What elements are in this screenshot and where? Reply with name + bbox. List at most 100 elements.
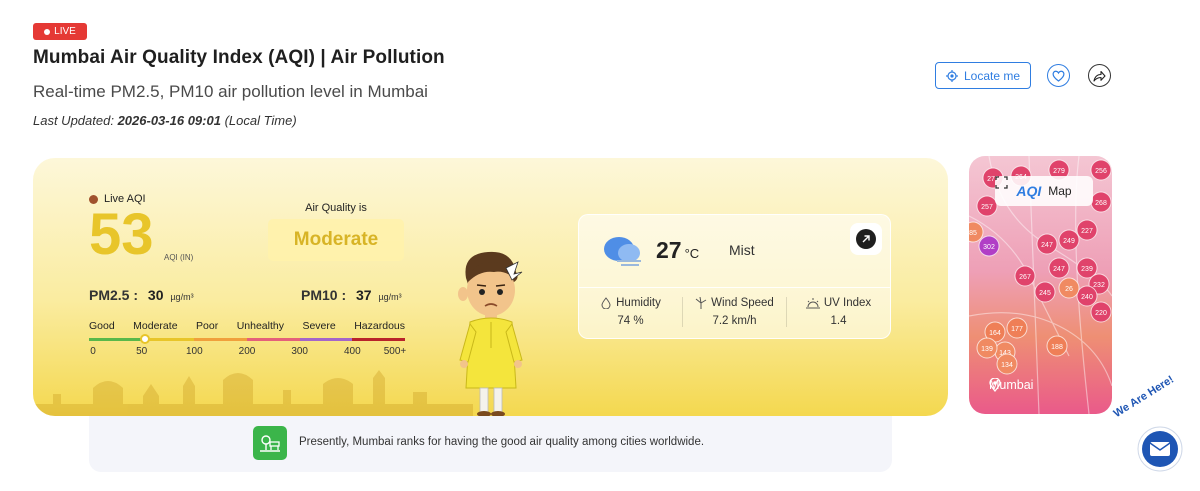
map-marker-label: 268 bbox=[1095, 200, 1107, 207]
aqi-map-card[interactable]: 2702642792562572682273022472498524726723… bbox=[969, 156, 1112, 414]
scale-tick-label: 400 bbox=[343, 346, 361, 357]
page-title: Mumbai Air Quality Index (AQI) | Air Pol… bbox=[33, 47, 445, 68]
map-marker-label: 239 bbox=[1081, 266, 1093, 273]
share-icon bbox=[1093, 70, 1106, 82]
scale-label: Moderate bbox=[133, 320, 178, 332]
wind-label: Wind Speed bbox=[711, 297, 774, 309]
boy-character-illustration bbox=[458, 251, 523, 416]
pm25-value: 30 bbox=[147, 287, 164, 303]
map-marker-label: 302 bbox=[983, 244, 995, 251]
uv-label: UV Index bbox=[823, 297, 872, 309]
uv-value: 1.4 bbox=[830, 315, 847, 327]
page-subtitle: Real-time PM2.5, PM10 air pollution leve… bbox=[33, 82, 428, 101]
map-marker-label: 26 bbox=[1065, 286, 1073, 293]
live-badge: LIVE bbox=[33, 23, 87, 40]
locate-icon bbox=[945, 69, 958, 82]
map-label: Map bbox=[1048, 184, 1072, 198]
map-marker-label: 240 bbox=[1081, 294, 1093, 301]
weather-card: 27 °C Mist Humidity 74 % Wind Speed 7.2 … bbox=[578, 214, 891, 339]
scale-tick-label: 500+ bbox=[383, 346, 407, 357]
scale-label: Good bbox=[89, 320, 115, 332]
park-icon bbox=[253, 426, 287, 460]
pm10-unit: µg/m³ bbox=[378, 292, 402, 302]
map-marker-label: 177 bbox=[1011, 326, 1023, 333]
fullscreen-icon[interactable] bbox=[995, 176, 1008, 189]
temperature-unit: °C bbox=[684, 246, 700, 261]
pm25-unit: µg/m³ bbox=[170, 292, 194, 302]
aqi-hero-card: Live AQI 53 AQI (IN) Air Quality is Mode… bbox=[33, 158, 948, 416]
scale-label: Unhealthy bbox=[236, 320, 284, 332]
aqi-unit: AQI (IN) bbox=[164, 253, 194, 262]
location-pin-icon bbox=[989, 378, 1001, 392]
last-updated: Last Updated: 2026-03-16 09:01 (Local Ti… bbox=[33, 113, 297, 128]
locate-me-label: Locate me bbox=[963, 68, 1021, 83]
humidity-value: 74 % bbox=[617, 315, 644, 327]
scale-label: Severe bbox=[302, 320, 336, 332]
scale-tick-label: 50 bbox=[136, 346, 148, 357]
share-button[interactable] bbox=[1088, 64, 1111, 87]
aqi-value: 53 bbox=[89, 202, 154, 267]
scale-tick-label: 300 bbox=[291, 346, 308, 357]
scale-label: Poor bbox=[196, 320, 219, 332]
pm10-label: PM10 : bbox=[301, 287, 347, 303]
map-marker-label: 227 bbox=[1081, 228, 1093, 235]
pm10-reading: PM10 : 37 µg/m³ bbox=[301, 287, 402, 303]
map-marker-label: 267 bbox=[1019, 274, 1031, 281]
temperature-value: 27 bbox=[656, 237, 682, 263]
scale-tick-label: 0 bbox=[90, 346, 96, 357]
last-updated-value: 2026-03-16 09:01 bbox=[117, 113, 221, 128]
map-marker-label: 85 bbox=[969, 230, 977, 237]
ranking-notice-text: Presently, Mumbai ranks for having the g… bbox=[299, 436, 705, 448]
air-quality-caption: Air Quality is bbox=[305, 202, 367, 214]
map-marker-label: 256 bbox=[1095, 168, 1107, 175]
map-brand-logo: AQI bbox=[1016, 183, 1042, 199]
pm25-label: PM2.5 : bbox=[89, 287, 139, 303]
map-marker-label: 139 bbox=[981, 346, 993, 353]
mist-weather-icon bbox=[604, 237, 641, 266]
scale-tick-label: 200 bbox=[238, 346, 256, 357]
heart-icon bbox=[1052, 70, 1065, 82]
humidity-icon bbox=[601, 297, 611, 309]
wind-icon bbox=[695, 297, 707, 309]
scale-segment bbox=[352, 338, 406, 341]
arrow-up-right-icon bbox=[856, 229, 876, 249]
map-marker-label: 188 bbox=[1051, 344, 1063, 351]
map-marker-label: 249 bbox=[1063, 238, 1075, 245]
map-marker-label: 164 bbox=[989, 330, 1001, 337]
map-marker-label: 245 bbox=[1039, 290, 1051, 297]
last-updated-label: Last Updated: bbox=[33, 113, 114, 128]
scale-segment bbox=[299, 338, 353, 341]
live-badge-label: LIVE bbox=[54, 26, 76, 37]
locate-me-button[interactable]: Locate me bbox=[935, 62, 1031, 89]
weather-stats: Humidity 74 % Wind Speed 7.2 km/h UV Ind… bbox=[579, 297, 890, 327]
scale-segment bbox=[194, 338, 248, 341]
pm10-value: 37 bbox=[356, 287, 372, 303]
ranking-notice: Presently, Mumbai ranks for having the g… bbox=[89, 416, 892, 472]
wind-stat: Wind Speed 7.2 km/h bbox=[683, 297, 787, 327]
humidity-stat: Humidity 74 % bbox=[579, 297, 683, 327]
aqi-scale-bar bbox=[89, 338, 406, 341]
map-marker-label: 247 bbox=[1041, 242, 1053, 249]
map-city: Mumbai bbox=[989, 378, 1033, 392]
scale-label: Hazardous bbox=[354, 320, 405, 332]
last-updated-suffix: (Local Time) bbox=[224, 113, 297, 128]
weather-divider bbox=[579, 287, 890, 288]
map-header: AQI Map bbox=[995, 176, 1093, 206]
live-dot-icon bbox=[44, 28, 51, 35]
map-marker-label: 257 bbox=[981, 204, 993, 211]
chat-widget-button[interactable] bbox=[1120, 413, 1186, 477]
map-marker-label: 247 bbox=[1053, 266, 1065, 273]
favorite-button[interactable] bbox=[1047, 64, 1070, 87]
temperature: 27 °C bbox=[656, 237, 699, 264]
aqi-scale-marker bbox=[139, 334, 150, 344]
air-quality-status: Moderate bbox=[268, 219, 404, 261]
weather-details-button[interactable] bbox=[850, 223, 882, 255]
uv-icon bbox=[805, 298, 820, 309]
scale-segment bbox=[89, 338, 142, 341]
map-marker-label: 232 bbox=[1093, 282, 1105, 289]
map-marker-label: 279 bbox=[1053, 168, 1065, 175]
humidity-label: Humidity bbox=[616, 297, 661, 309]
aqi-scale-labels: Good Moderate Poor Unhealthy Severe Haza… bbox=[89, 320, 405, 332]
map-marker-label: 134 bbox=[1001, 362, 1013, 369]
wind-value: 7.2 km/h bbox=[712, 315, 757, 327]
